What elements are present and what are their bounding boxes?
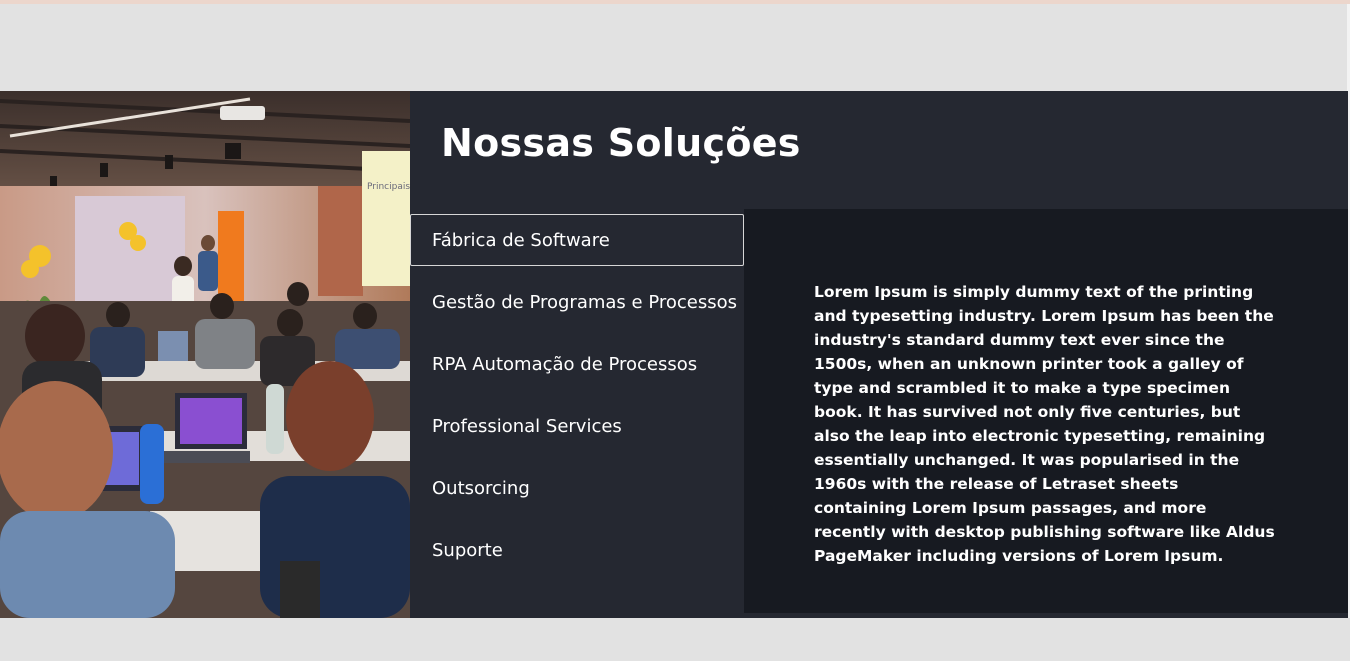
tab-rpa-automacao-de-processos[interactable]: RPA Automação de Processos <box>410 338 744 390</box>
classroom-photo: Principais fatores de risco: <box>0 91 410 618</box>
tab-content-text: Lorem Ipsum is simply dummy text of the … <box>814 283 1275 565</box>
tab-fabrica-de-software[interactable]: Fábrica de Software <box>410 214 744 266</box>
section-title: Nossas Soluções <box>441 121 801 165</box>
solutions-section: Principais fatores de risco: <box>0 91 1348 618</box>
tab-outsorcing[interactable]: Outsorcing <box>410 462 744 514</box>
tab-gestao-de-programas-e-processos[interactable]: Gestão de Programas e Processos <box>410 276 744 328</box>
top-accent-strip <box>0 0 1350 4</box>
solutions-tab-list: Fábrica de Software Gestão de Programas … <box>410 214 744 586</box>
tab-professional-services[interactable]: Professional Services <box>410 400 744 452</box>
tab-suporte[interactable]: Suporte <box>410 524 744 576</box>
board-text: Principais fatores de risco: <box>367 182 410 192</box>
tab-content-panel: Lorem Ipsum is simply dummy text of the … <box>744 209 1348 613</box>
